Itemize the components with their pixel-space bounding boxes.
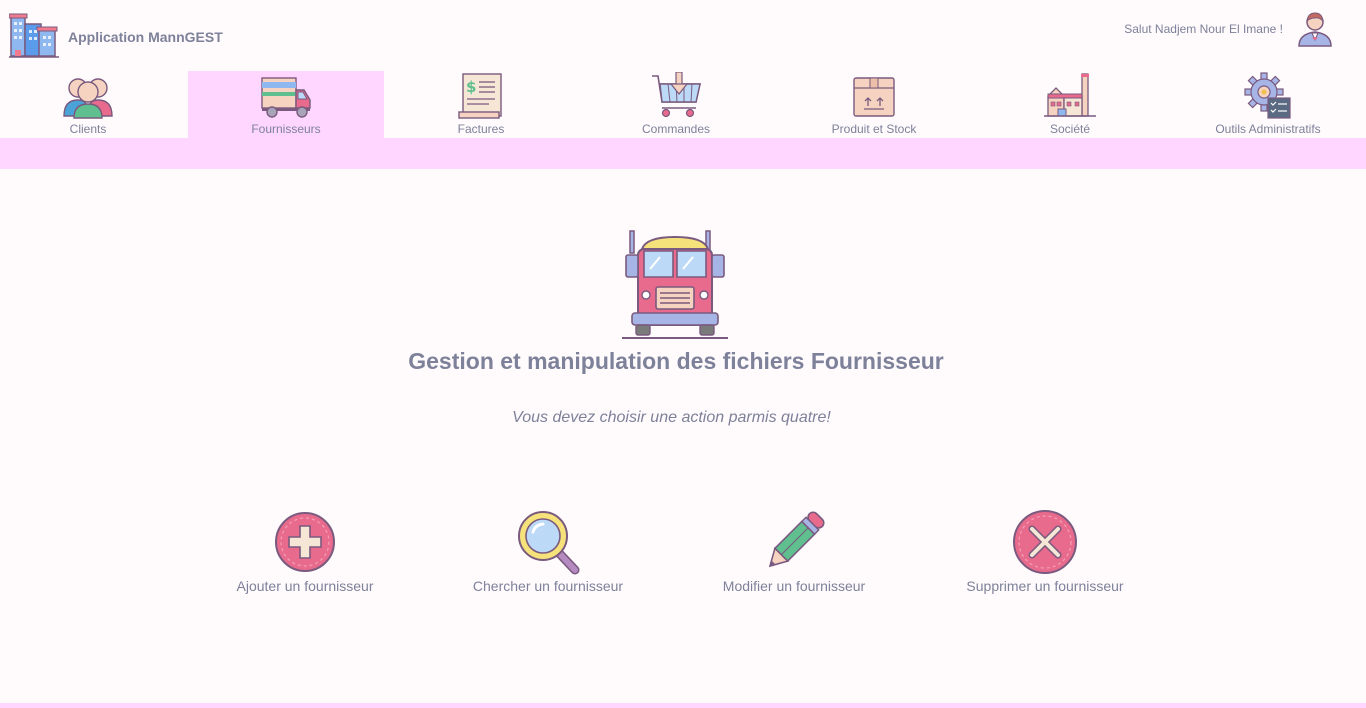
- app-title: Application MannGEST: [68, 29, 223, 45]
- nav-label: Produit et Stock: [831, 122, 917, 136]
- nav-label: Fournisseurs: [251, 122, 321, 136]
- action-label: Ajouter un fournisseur: [236, 578, 374, 594]
- shopping-basket-icon: [652, 72, 701, 118]
- search-supplier-button[interactable]: Chercher un fournisseur: [438, 508, 658, 603]
- nav-item-produit-et-stock[interactable]: Produit et Stock: [776, 71, 972, 138]
- nav-label: Commandes: [641, 122, 711, 136]
- nav-item-factures[interactable]: $ Factures: [383, 71, 579, 138]
- user-avatar-icon[interactable]: [1295, 10, 1335, 48]
- page-subtitle: Vous devez choisir une action parmis qua…: [512, 409, 831, 426]
- nav-label: Outils Administratifs: [1215, 122, 1321, 136]
- svg-text:$: $: [466, 78, 476, 96]
- nav-item-fournisseurs[interactable]: Fournisseurs: [188, 71, 384, 138]
- nav-item-commandes[interactable]: Commandes: [578, 71, 774, 138]
- add-circle-icon: [275, 512, 335, 572]
- action-label: Modifier un fournisseur: [722, 578, 866, 594]
- action-label: Chercher un fournisseur: [472, 578, 624, 594]
- close-circle-icon: [1013, 510, 1077, 574]
- delete-supplier-button[interactable]: Supprimer un fournisseur: [935, 508, 1155, 603]
- action-label: Supprimer un fournisseur: [966, 578, 1124, 594]
- factory-icon: [1044, 73, 1096, 117]
- magnifier-icon: [518, 511, 580, 575]
- nav-item-societe[interactable]: Société: [972, 71, 1168, 138]
- page-title: Gestion et manipulation des fichiers Fou…: [408, 348, 944, 374]
- delivery-truck-icon: [261, 77, 311, 118]
- truck-front-icon: [622, 230, 728, 339]
- users-icon: [63, 78, 113, 119]
- buildings-icon: [9, 13, 59, 58]
- footer-line: [0, 703, 1366, 708]
- pencil-icon: [768, 511, 825, 568]
- nav-label: Société: [1049, 122, 1091, 136]
- nav-item-clients[interactable]: Clients: [0, 71, 186, 138]
- nav-band: [0, 138, 1366, 169]
- nav-label: Factures: [457, 122, 505, 136]
- edit-supplier-button[interactable]: Modifier un fournisseur: [684, 508, 904, 603]
- nav-label: Clients: [69, 122, 107, 136]
- gear-checklist-icon: [1244, 72, 1291, 119]
- main-nav: Clients Fournisseurs $ Factures Commande…: [0, 71, 1366, 138]
- package-box-icon: [853, 77, 895, 117]
- user-greeting: Salut Nadjem Nour El Imane !: [1124, 22, 1283, 36]
- nav-item-outils-administratifs[interactable]: Outils Administratifs: [1170, 71, 1366, 138]
- invoice-icon: $: [458, 73, 502, 119]
- add-supplier-button[interactable]: Ajouter un fournisseur: [195, 508, 415, 603]
